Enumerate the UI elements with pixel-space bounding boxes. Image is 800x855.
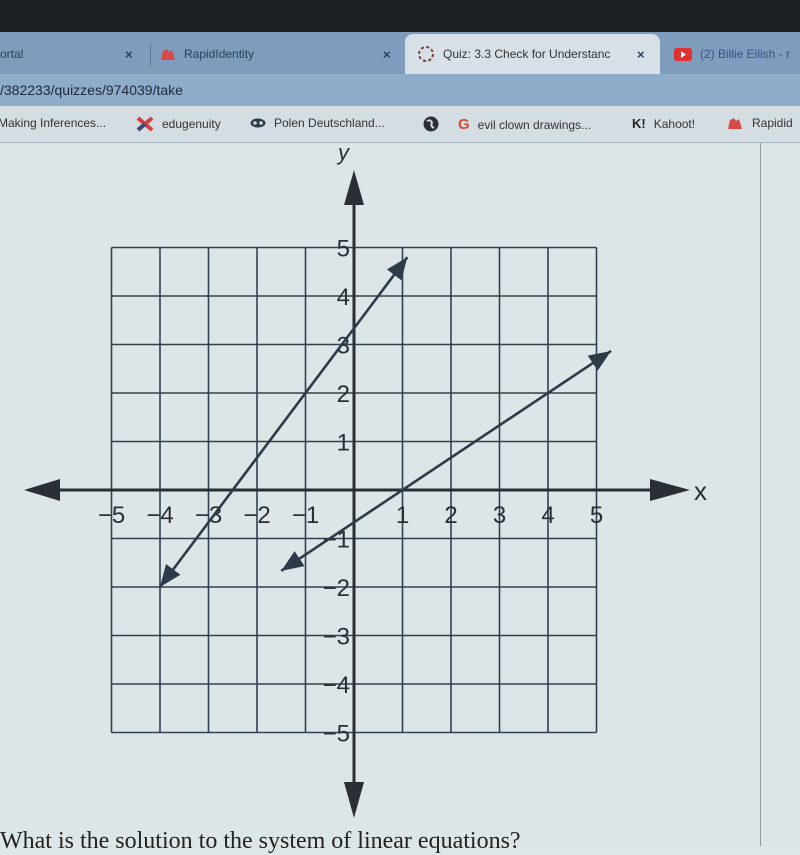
x-tick-label: −1 bbox=[292, 502, 319, 529]
question-text: What is the solution to the system of li… bbox=[0, 828, 521, 854]
line-1 bbox=[158, 256, 409, 588]
x-tick-label: −5 bbox=[98, 502, 125, 529]
y-tick-label: 1 bbox=[337, 430, 350, 457]
x-axis-label: x bbox=[694, 476, 707, 506]
x-tick-label: 4 bbox=[541, 502, 554, 529]
y-tick-label: 4 bbox=[337, 284, 350, 311]
x-tick-label: 2 bbox=[444, 502, 457, 529]
x-axis-left-arrow bbox=[24, 479, 60, 501]
line-1-arrow-end bbox=[386, 257, 408, 281]
line-1-arrow-start bbox=[160, 563, 181, 587]
x-tick-label: 3 bbox=[493, 502, 506, 529]
x-tick-label: −4 bbox=[146, 502, 173, 529]
y-tick-label: −3 bbox=[323, 624, 350, 651]
line-2-arrow-start bbox=[281, 551, 305, 571]
line-2-arrow-end bbox=[587, 350, 612, 371]
x-tick-label: −3 bbox=[195, 502, 222, 529]
x-tick-label: −2 bbox=[243, 502, 270, 529]
y-axis-label: y bbox=[336, 140, 351, 165]
y-axis-up-arrow bbox=[344, 170, 364, 205]
y-tick-label: −2 bbox=[323, 575, 350, 602]
series-lines bbox=[158, 256, 612, 588]
y-tick-label: −4 bbox=[323, 672, 350, 699]
y-axis-down-arrow bbox=[344, 782, 364, 818]
y-tick-label: 5 bbox=[337, 236, 350, 263]
y-tick-label: 2 bbox=[337, 381, 350, 408]
y-tick-label: −5 bbox=[323, 721, 350, 748]
x-axis-right-arrow bbox=[650, 479, 690, 501]
coordinate-graph: −5 −4 −3 −2 −1 1 2 3 4 554321−1−2−3−4−5 x y bbox=[24, 140, 707, 818]
axes bbox=[24, 170, 690, 818]
x-tick-label: 1 bbox=[396, 502, 409, 529]
x-tick-label: 5 bbox=[590, 502, 603, 529]
